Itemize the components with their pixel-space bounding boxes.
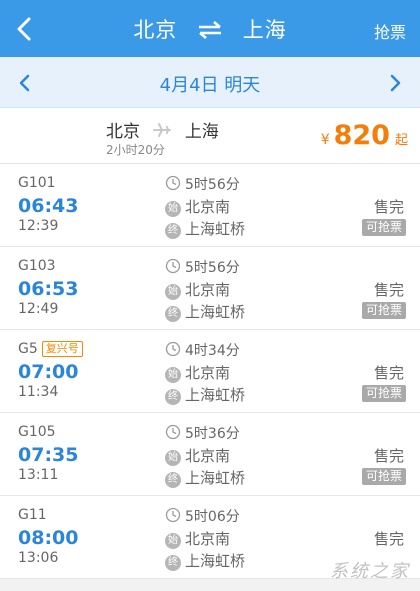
from-city: 北京	[133, 18, 178, 42]
train-number: G5 复兴号	[18, 341, 83, 357]
train-row[interactable]: G101 06:43 12:39 5时56分 始北京南 终上海虹桥 售完 可抢票	[0, 164, 420, 247]
arrival-time: 12:49	[18, 301, 59, 317]
start-station: 始北京南	[165, 362, 230, 383]
train-number: G103	[18, 258, 56, 274]
train-list: G101 06:43 12:39 5时56分 始北京南 终上海虹桥 售完 可抢票…	[0, 164, 420, 579]
end-station: 终上海虹桥	[165, 218, 245, 239]
grab-ticket-tag[interactable]: 可抢票	[361, 385, 406, 402]
arrival-time: 13:11	[18, 467, 59, 483]
train-type-tag: 复兴号	[41, 341, 83, 357]
start-station: 始北京南	[165, 445, 230, 466]
clock-icon	[165, 424, 181, 440]
clock-icon	[165, 507, 181, 523]
end-badge-icon: 终	[165, 306, 181, 322]
arrival-time: 11:34	[18, 384, 59, 400]
end-badge-icon: 终	[165, 223, 181, 239]
departure-time: 07:35	[18, 444, 79, 466]
train-number: G101	[18, 175, 56, 191]
arrival-time: 12:39	[18, 218, 59, 234]
clock-icon	[165, 341, 181, 357]
train-row[interactable]: G105 07:35 13:11 5时36分 始北京南 终上海虹桥 售完 可抢票	[0, 413, 420, 496]
ticket-status: 售完	[373, 530, 404, 548]
selected-date[interactable]: 4月4日 明天	[0, 71, 420, 97]
trip-duration: 4时34分	[165, 340, 240, 360]
trip-duration: 5时36分	[165, 423, 240, 443]
grab-ticket-button[interactable]: 抢票	[374, 19, 406, 43]
end-badge-icon: 终	[165, 389, 181, 405]
summary-duration: 2小时20分	[106, 143, 165, 157]
ticket-status: 售完	[373, 281, 404, 299]
end-badge-icon: 终	[165, 555, 181, 571]
summary-to: 上海	[184, 122, 219, 142]
departure-time: 08:00	[18, 527, 79, 549]
watermark-logo: 系统之家	[330, 561, 410, 582]
grab-ticket-tag[interactable]: 可抢票	[361, 468, 406, 485]
ticket-status: 售完	[373, 198, 404, 216]
start-badge-icon: 始	[165, 284, 181, 300]
swap-icon	[199, 21, 221, 39]
train-number: G11	[18, 507, 47, 523]
summary-price: ¥820 起	[321, 120, 408, 151]
end-station: 终上海虹桥	[165, 384, 245, 405]
start-badge-icon: 始	[165, 367, 181, 383]
clock-icon	[165, 258, 181, 274]
plane-icon	[153, 123, 172, 137]
trip-duration: 5时06分	[165, 506, 240, 526]
date-bar: 4月4日 明天	[0, 57, 420, 108]
grab-ticket-tag[interactable]: 可抢票	[361, 219, 406, 236]
next-day-button[interactable]	[384, 71, 406, 95]
price-value: 820	[333, 120, 390, 151]
train-row[interactable]: G5 复兴号 07:00 11:34 4时34分 始北京南 终上海虹桥 售完 可抢…	[0, 330, 420, 413]
trip-duration: 5时56分	[165, 257, 240, 277]
to-city: 上海	[242, 18, 287, 42]
price-currency: ¥	[320, 132, 330, 148]
departure-time: 07:00	[18, 361, 79, 383]
departure-time: 06:53	[18, 278, 79, 300]
chevron-right-icon	[390, 74, 401, 92]
route-title: 北京 上海	[0, 14, 420, 44]
ticket-status: 售完	[373, 447, 404, 465]
end-station: 终上海虹桥	[165, 467, 245, 488]
start-station: 始北京南	[165, 528, 230, 549]
end-station: 终上海虹桥	[165, 550, 245, 571]
start-station: 始北京南	[165, 279, 230, 300]
summary-from: 北京	[106, 122, 140, 142]
trip-duration: 5时56分	[165, 174, 240, 194]
start-badge-icon: 始	[165, 450, 181, 466]
end-station: 终上海虹桥	[165, 301, 245, 322]
train-number: G105	[18, 424, 56, 440]
start-station: 始北京南	[165, 196, 230, 217]
grab-ticket-tag[interactable]: 可抢票	[361, 302, 406, 319]
top-bar: 北京 上海 抢票	[0, 0, 420, 57]
departure-time: 06:43	[18, 195, 79, 217]
end-badge-icon: 终	[165, 472, 181, 488]
arrival-time: 13:06	[18, 550, 59, 566]
start-badge-icon: 始	[165, 533, 181, 549]
clock-icon	[165, 175, 181, 191]
train-row[interactable]: G103 06:53 12:49 5时56分 始北京南 终上海虹桥 售完 可抢票	[0, 247, 420, 330]
summary-route: 北京 上海	[106, 117, 219, 143]
price-suffix: 起	[394, 133, 408, 148]
ticket-status: 售完	[373, 364, 404, 382]
swap-button[interactable]	[197, 20, 223, 44]
route-summary[interactable]: 北京 上海 2小时20分 ¥820 起	[0, 108, 420, 164]
start-badge-icon: 始	[165, 201, 181, 217]
